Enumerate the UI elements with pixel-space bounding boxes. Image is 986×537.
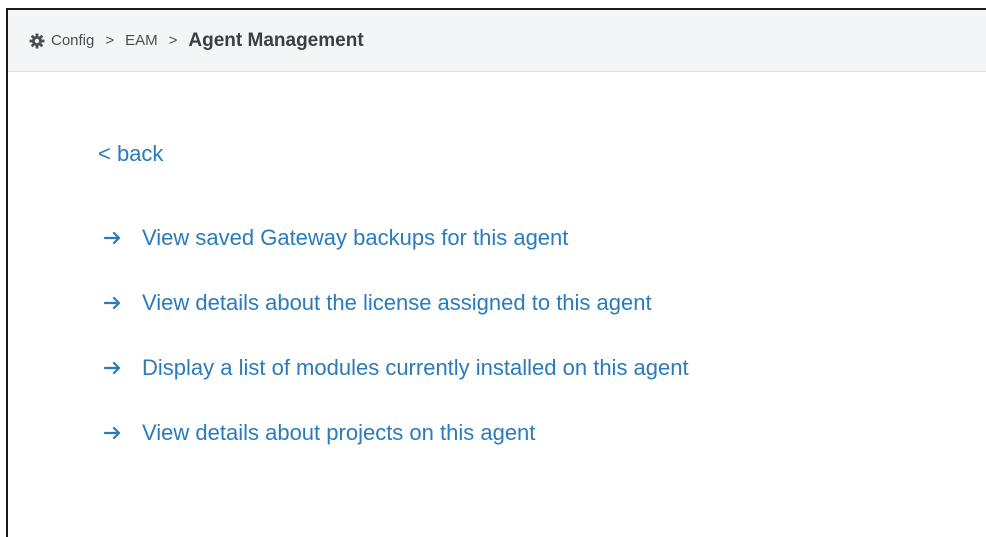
header-bar: Config > EAM > Agent Management — [8, 10, 986, 72]
page-title: Agent Management — [188, 29, 364, 51]
link-gateway-backups[interactable]: View saved Gateway backups for this agen… — [104, 205, 689, 270]
agent-actions-list: View saved Gateway backups for this agen… — [104, 205, 689, 465]
breadcrumb-eam[interactable]: EAM — [125, 32, 158, 49]
arrow-right-icon — [104, 425, 122, 441]
main-content: < back View saved Gateway backups for th… — [8, 72, 986, 537]
link-label[interactable]: View details about projects on this agen… — [142, 420, 535, 446]
gear-icon — [29, 33, 45, 49]
back-link[interactable]: < back — [98, 141, 163, 167]
link-label[interactable]: Display a list of modules currently inst… — [142, 355, 689, 381]
breadcrumb: Config > EAM > Agent Management — [29, 30, 364, 52]
breadcrumb-separator: > — [105, 32, 115, 49]
arrow-right-icon — [104, 295, 122, 311]
link-project-details[interactable]: View details about projects on this agen… — [104, 400, 689, 465]
link-label[interactable]: View saved Gateway backups for this agen… — [142, 225, 568, 251]
link-installed-modules[interactable]: Display a list of modules currently inst… — [104, 335, 689, 400]
arrow-right-icon — [104, 230, 122, 246]
page-frame: Config > EAM > Agent Management < back V… — [6, 8, 986, 537]
link-label[interactable]: View details about the license assigned … — [142, 290, 652, 316]
breadcrumb-config[interactable]: Config — [51, 32, 94, 49]
arrow-right-icon — [104, 360, 122, 376]
link-license-details[interactable]: View details about the license assigned … — [104, 270, 689, 335]
breadcrumb-separator: > — [168, 32, 178, 49]
